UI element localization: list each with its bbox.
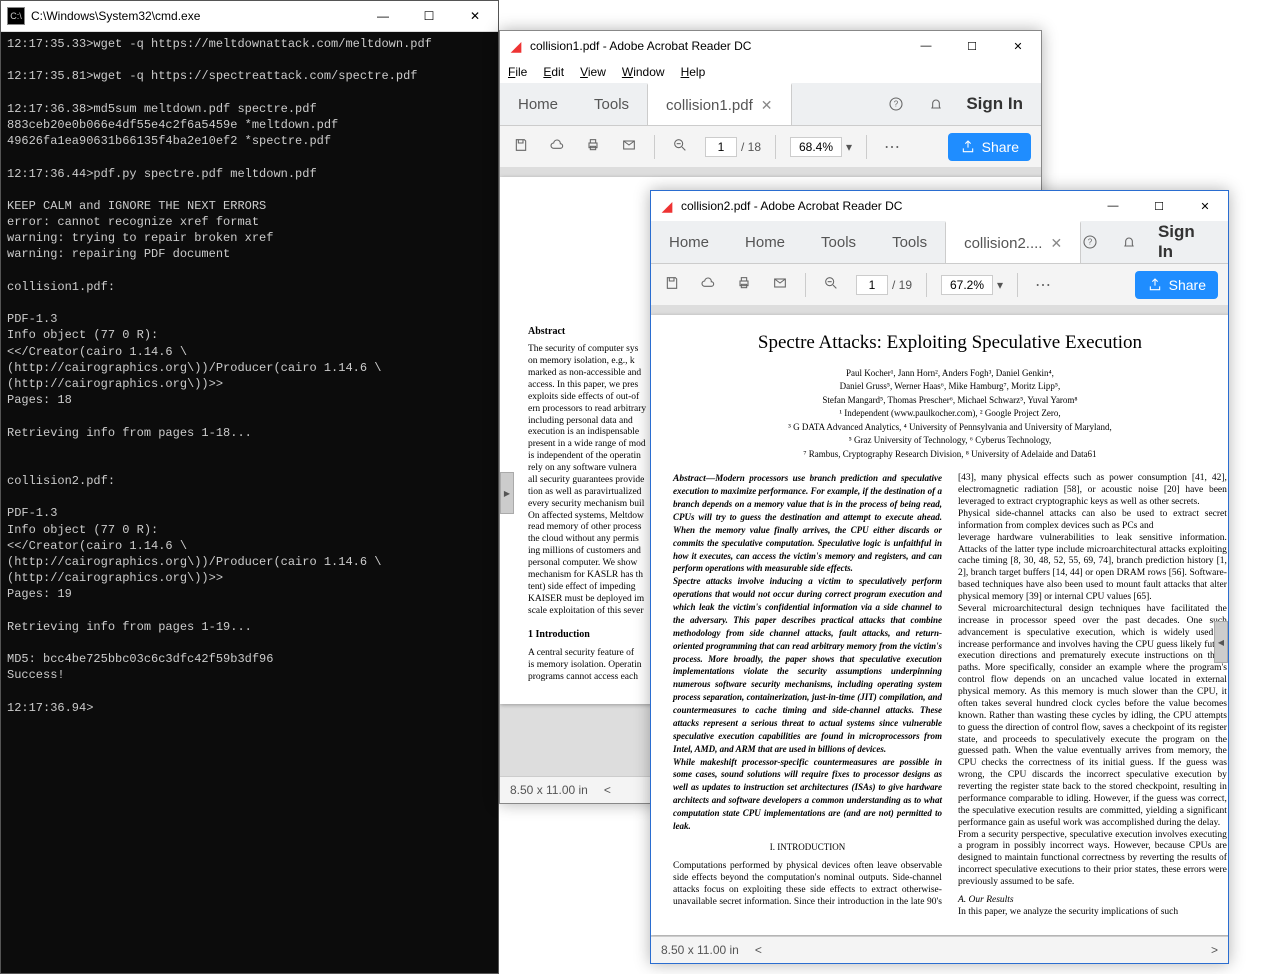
- menu-file[interactable]: File: [508, 65, 527, 79]
- page-size: 8.50 x 11.00 in: [510, 783, 588, 797]
- close-button[interactable]: ✕: [995, 31, 1041, 61]
- page-size: 8.50 x 11.00 in: [661, 943, 739, 957]
- abstract-label: Abstract—: [673, 474, 715, 484]
- scroll-left-icon[interactable]: <: [604, 783, 611, 797]
- tab-home[interactable]: Home: [651, 221, 727, 263]
- close-button[interactable]: ✕: [1182, 191, 1228, 221]
- page-total: / 18: [741, 140, 761, 154]
- right-panel-handle[interactable]: ◀: [1214, 621, 1228, 663]
- paper-title: Spectre Attacks: Exploiting Speculative …: [673, 331, 1227, 355]
- close-tab-icon[interactable]: ✕: [1050, 235, 1062, 252]
- tab-home-2[interactable]: Home: [727, 221, 803, 263]
- tab-document[interactable]: collision1.pdf✕: [647, 83, 791, 125]
- menu-bar: File Edit View Window Help: [500, 61, 1041, 83]
- tab-bar: Home Tools collision1.pdf✕ ? Sign In: [500, 83, 1041, 126]
- pdf-window-2: ◢ collision2.pdf - Adobe Acrobat Reader …: [650, 190, 1229, 964]
- cmd-icon: C:\: [7, 7, 25, 25]
- maximize-button[interactable]: ☐: [1136, 191, 1182, 221]
- tab-bar: Home Home Tools Tools collision2....✕ ? …: [651, 221, 1228, 264]
- results-text: In this paper, we analyze the security i…: [958, 907, 1227, 919]
- share-button[interactable]: Share: [948, 133, 1031, 161]
- left-panel-handle[interactable]: ▶: [500, 472, 514, 514]
- minimize-button[interactable]: —: [1090, 191, 1136, 221]
- pdf1-titlebar[interactable]: ◢ collision1.pdf - Adobe Acrobat Reader …: [500, 31, 1041, 61]
- scroll-right-icon[interactable]: >: [1211, 943, 1218, 957]
- scroll-left-icon[interactable]: <: [755, 943, 762, 957]
- intro-heading: I. INTRODUCTION: [673, 842, 942, 853]
- more-icon[interactable]: ⋯: [1032, 275, 1054, 295]
- tab-tools[interactable]: Tools: [576, 83, 647, 125]
- results-heading: A. Our Results: [958, 895, 1014, 905]
- save-icon[interactable]: [661, 275, 683, 296]
- signin-button[interactable]: Sign In: [966, 94, 1023, 114]
- menu-help[interactable]: Help: [681, 65, 706, 79]
- svg-text:?: ?: [1088, 238, 1093, 247]
- pdf-icon: ◢: [659, 198, 675, 214]
- maximize-button[interactable]: ☐: [406, 1, 452, 31]
- document-area[interactable]: ◀ Spectre Attacks: Exploiting Speculativ…: [651, 305, 1228, 937]
- toolbar: / 18 ▾ ⋯ Share: [500, 126, 1041, 169]
- status-bar: 8.50 x 11.00 in < >: [651, 936, 1228, 963]
- help-icon[interactable]: ?: [886, 94, 906, 114]
- pdf-page: Spectre Attacks: Exploiting Speculative …: [651, 315, 1228, 935]
- minimize-button[interactable]: —: [360, 1, 406, 31]
- maximize-button[interactable]: ☐: [949, 31, 995, 61]
- tab-home[interactable]: Home: [500, 83, 576, 125]
- zoom-out-icon[interactable]: [820, 275, 842, 296]
- toolbar: / 19 ▾ ⋯ Share: [651, 264, 1228, 307]
- mail-icon[interactable]: [769, 275, 791, 296]
- tab-tools[interactable]: Tools: [803, 221, 874, 263]
- share-button[interactable]: Share: [1135, 271, 1218, 299]
- zoom-out-icon[interactable]: [669, 137, 691, 158]
- close-button[interactable]: ✕: [452, 1, 498, 31]
- chevron-down-icon[interactable]: ▾: [846, 140, 852, 154]
- page-input[interactable]: [856, 275, 888, 295]
- mail-icon[interactable]: [618, 137, 640, 158]
- page-input[interactable]: [705, 137, 737, 157]
- save-icon[interactable]: [510, 137, 532, 158]
- zoom-input[interactable]: [941, 275, 993, 295]
- page-total: / 19: [892, 278, 912, 292]
- close-tab-icon[interactable]: ✕: [761, 97, 773, 114]
- tab-document[interactable]: collision2....✕: [945, 221, 1081, 263]
- pdf2-titlebar[interactable]: ◢ collision2.pdf - Adobe Acrobat Reader …: [651, 191, 1228, 221]
- authors: Paul Kocher¹, Jann Horn², Anders Fogh³, …: [673, 367, 1227, 462]
- chevron-down-icon[interactable]: ▾: [997, 278, 1003, 292]
- menu-window[interactable]: Window: [622, 65, 665, 79]
- menu-edit[interactable]: Edit: [543, 65, 564, 79]
- pdf-icon: ◢: [508, 38, 524, 54]
- svg-text:?: ?: [894, 100, 899, 109]
- print-icon[interactable]: [582, 137, 604, 158]
- abstract-text: Modern processors use branch prediction …: [673, 473, 942, 831]
- bell-icon[interactable]: [1120, 232, 1138, 252]
- cmd-title: C:\Windows\System32\cmd.exe: [31, 9, 360, 23]
- bell-icon[interactable]: [926, 94, 946, 114]
- zoom-input[interactable]: [790, 137, 842, 157]
- signin-button[interactable]: Sign In: [1158, 222, 1210, 262]
- cmd-titlebar[interactable]: C:\ C:\Windows\System32\cmd.exe — ☐ ✕: [1, 1, 498, 32]
- cmd-window: C:\ C:\Windows\System32\cmd.exe — ☐ ✕ 12…: [0, 0, 499, 974]
- menu-view[interactable]: View: [580, 65, 606, 79]
- help-icon[interactable]: ?: [1081, 232, 1099, 252]
- pdf1-title: collision1.pdf - Adobe Acrobat Reader DC: [530, 39, 903, 53]
- right-column-text: leverage hardware vulnerabilities to lea…: [958, 533, 1227, 889]
- print-icon[interactable]: [733, 275, 755, 296]
- minimize-button[interactable]: —: [903, 31, 949, 61]
- cmd-output[interactable]: 12:17:35.33>wget -q https://meltdownatta…: [1, 32, 498, 720]
- tab-tools-2[interactable]: Tools: [874, 221, 945, 263]
- more-icon[interactable]: ⋯: [881, 137, 903, 157]
- cloud-icon[interactable]: [546, 137, 568, 158]
- pdf2-title: collision2.pdf - Adobe Acrobat Reader DC: [681, 199, 1090, 213]
- cloud-icon[interactable]: [697, 275, 719, 296]
